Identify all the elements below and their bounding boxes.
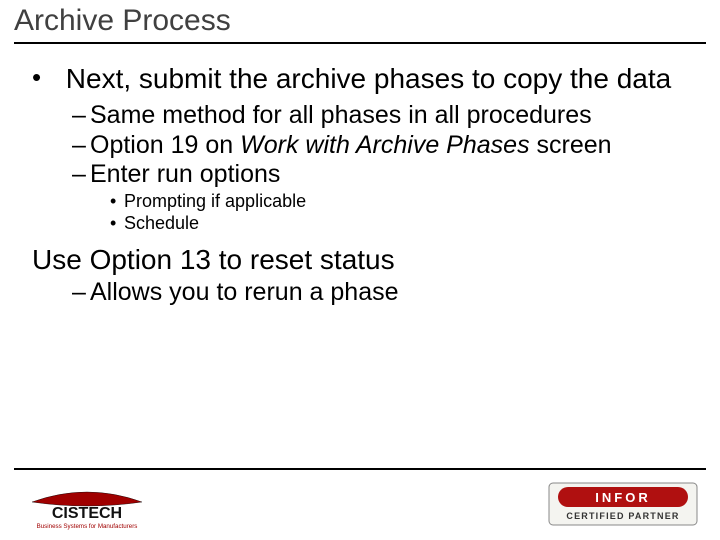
dash-icon: – [72, 101, 90, 131]
bullet-level3: •Prompting if applicable [110, 190, 692, 213]
slide-title: Archive Process [14, 4, 231, 38]
logo-text: INFOR [595, 490, 650, 505]
bullet-level2: –Option 19 on Work with Archive Phases s… [72, 131, 692, 161]
bullet-dot-icon: • [110, 212, 124, 235]
bullet-text: Allows you to rerun a phase [90, 278, 680, 308]
bullet-level3: •Schedule [110, 212, 692, 235]
bullet-level2: –Same method for all phases in all proce… [72, 101, 692, 131]
title-rule [14, 42, 706, 44]
bullet-text: Schedule [124, 213, 199, 233]
plain-line: Use Option 13 to reset status [32, 243, 692, 276]
dash-icon: – [72, 160, 90, 190]
bullet-dot-icon: • [32, 62, 58, 93]
slide: Archive Process • Next, submit the archi… [0, 0, 720, 540]
infor-partner-logo: INFOR CERTIFIED PARTNER [548, 482, 698, 526]
cistech-logo: CISTECH Business Systems for Manufacture… [22, 488, 152, 530]
footer-rule [14, 468, 706, 470]
italic-text: Work with Archive Phases [240, 131, 529, 159]
bullet-text: Same method for all phases in all proced… [90, 101, 680, 131]
bullet-text: Prompting if applicable [124, 191, 306, 211]
logo-text: CISTECH [52, 505, 122, 522]
bullet-level1: • Next, submit the archive phases to cop… [32, 62, 692, 95]
level2-group: –Same method for all phases in all proce… [72, 101, 692, 190]
dash-icon: – [72, 131, 90, 161]
level2-group: –Allows you to rerun a phase [72, 278, 692, 308]
logo-tagline: Business Systems for Manufacturers [37, 523, 138, 530]
text-part: Option 19 on [90, 131, 240, 159]
bullet-text: Option 19 on Work with Archive Phases sc… [90, 131, 680, 161]
dash-icon: – [72, 278, 90, 308]
bullet-text: Next, submit the archive phases to copy … [66, 62, 686, 95]
bullet-level2: –Enter run options [72, 160, 692, 190]
bullet-dot-icon: • [110, 190, 124, 213]
slide-body: • Next, submit the archive phases to cop… [32, 60, 692, 307]
bullet-text: Enter run options [90, 160, 680, 190]
logo-tagline: CERTIFIED PARTNER [566, 511, 679, 521]
level3-group: •Prompting if applicable •Schedule [110, 190, 692, 235]
bullet-level2: –Allows you to rerun a phase [72, 278, 692, 308]
text-part: screen [530, 131, 612, 159]
